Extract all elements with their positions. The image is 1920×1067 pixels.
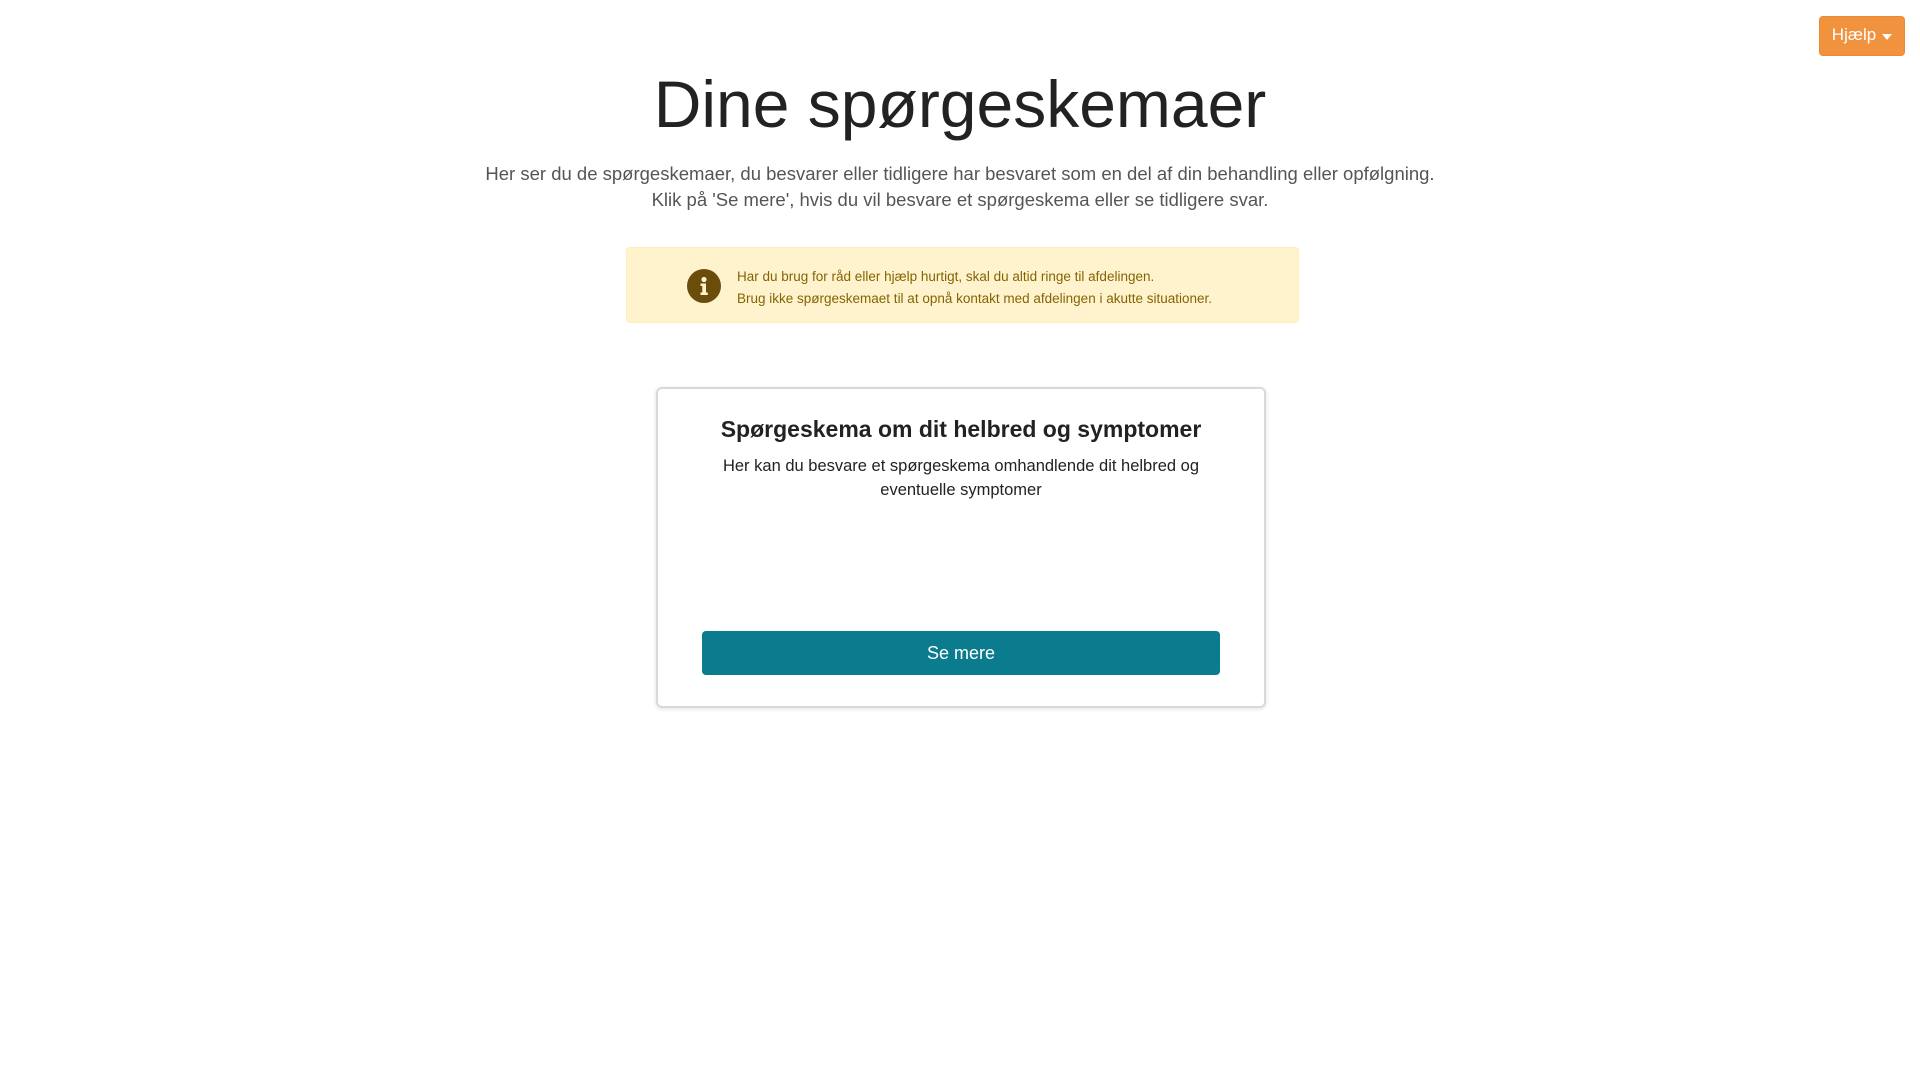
alert-line-2: Brug ikke spørgeskemaet til at opnå kont… — [737, 291, 1213, 306]
questionnaire-description: Her kan du besvare et spørgeskema omhand… — [722, 457, 1200, 499]
se-mere-button[interactable]: Se mere — [702, 631, 1220, 675]
intro-line-1: Her ser du de spørgeskemaer, du besvarer… — [485, 163, 1435, 184]
info-icon — [687, 269, 721, 303]
intro-text: Her ser du de spørgeskemaer, du besvarer… — [0, 161, 1920, 213]
help-dropdown-button[interactable]: Hjælp — [1819, 16, 1905, 56]
caret-down-icon — [1882, 34, 1893, 40]
questionnaire-card: Spørgeskema om dit helbred og symptomer … — [656, 387, 1266, 708]
page-title: Dine spørgeskemaer — [653, 67, 1267, 141]
intro-line-2: Klik på 'Se mere', hvis du vil besvare e… — [651, 189, 1269, 210]
questionnaire-title: Spørgeskema om dit helbred og symptomer — [720, 416, 1202, 442]
warning-alert: Har du brug for råd eller hjælp hurtigt,… — [626, 247, 1299, 323]
alert-line-1: Har du brug for råd eller hjælp hurtigt,… — [737, 269, 1155, 284]
alert-message: Har du brug for råd eller hjælp hurtigt,… — [737, 266, 1212, 310]
help-button-label: Hjælp — [1831, 25, 1877, 44]
